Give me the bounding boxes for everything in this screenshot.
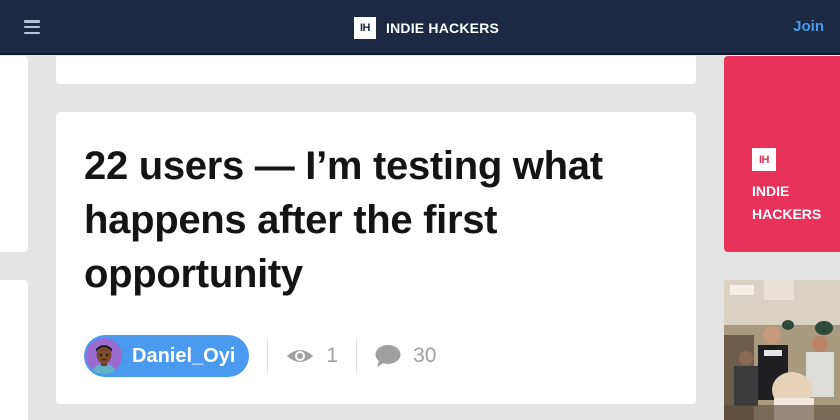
event-photo	[724, 280, 840, 420]
top-navbar: IH INDIE HACKERS Join	[0, 0, 840, 55]
eye-icon	[287, 350, 314, 362]
divider	[356, 339, 358, 373]
post-card[interactable]: 22 users — I’m testing what happens afte…	[56, 112, 696, 404]
comments-stat[interactable]: 30	[375, 344, 436, 368]
promo-logo: IH	[752, 148, 776, 171]
previous-post-card[interactable]	[56, 56, 696, 84]
post-title[interactable]: 22 users — I’m testing what happens afte…	[84, 139, 664, 301]
brand-home-link[interactable]: IH INDIE HACKERS	[354, 17, 499, 39]
hamburger-icon[interactable]	[24, 20, 40, 34]
author-name: Daniel_Oyi	[132, 344, 236, 367]
indie-hackers-promo-card[interactable]: IH INDIE HACKERS	[724, 56, 840, 252]
post-meta: Daniel_Oyi 1 30	[84, 335, 436, 377]
avatar-icon	[86, 338, 122, 374]
author-chip[interactable]: Daniel_Oyi	[84, 335, 250, 377]
divider	[267, 339, 269, 373]
comments-count: 30	[413, 344, 437, 367]
views-stat: 1	[286, 344, 338, 368]
brand-logo: IH	[354, 17, 376, 39]
brand-name: INDIE HACKERS	[386, 20, 500, 36]
views-count: 1	[326, 344, 339, 367]
left-feed-card[interactable]	[0, 280, 28, 420]
comment-icon	[375, 345, 401, 367]
join-link[interactable]: Join	[793, 18, 824, 35]
promo-text: INDIE HACKERS	[752, 183, 822, 222]
event-photo-card[interactable]	[724, 280, 840, 420]
avatar	[86, 338, 122, 374]
left-feed-card[interactable]	[0, 56, 28, 252]
